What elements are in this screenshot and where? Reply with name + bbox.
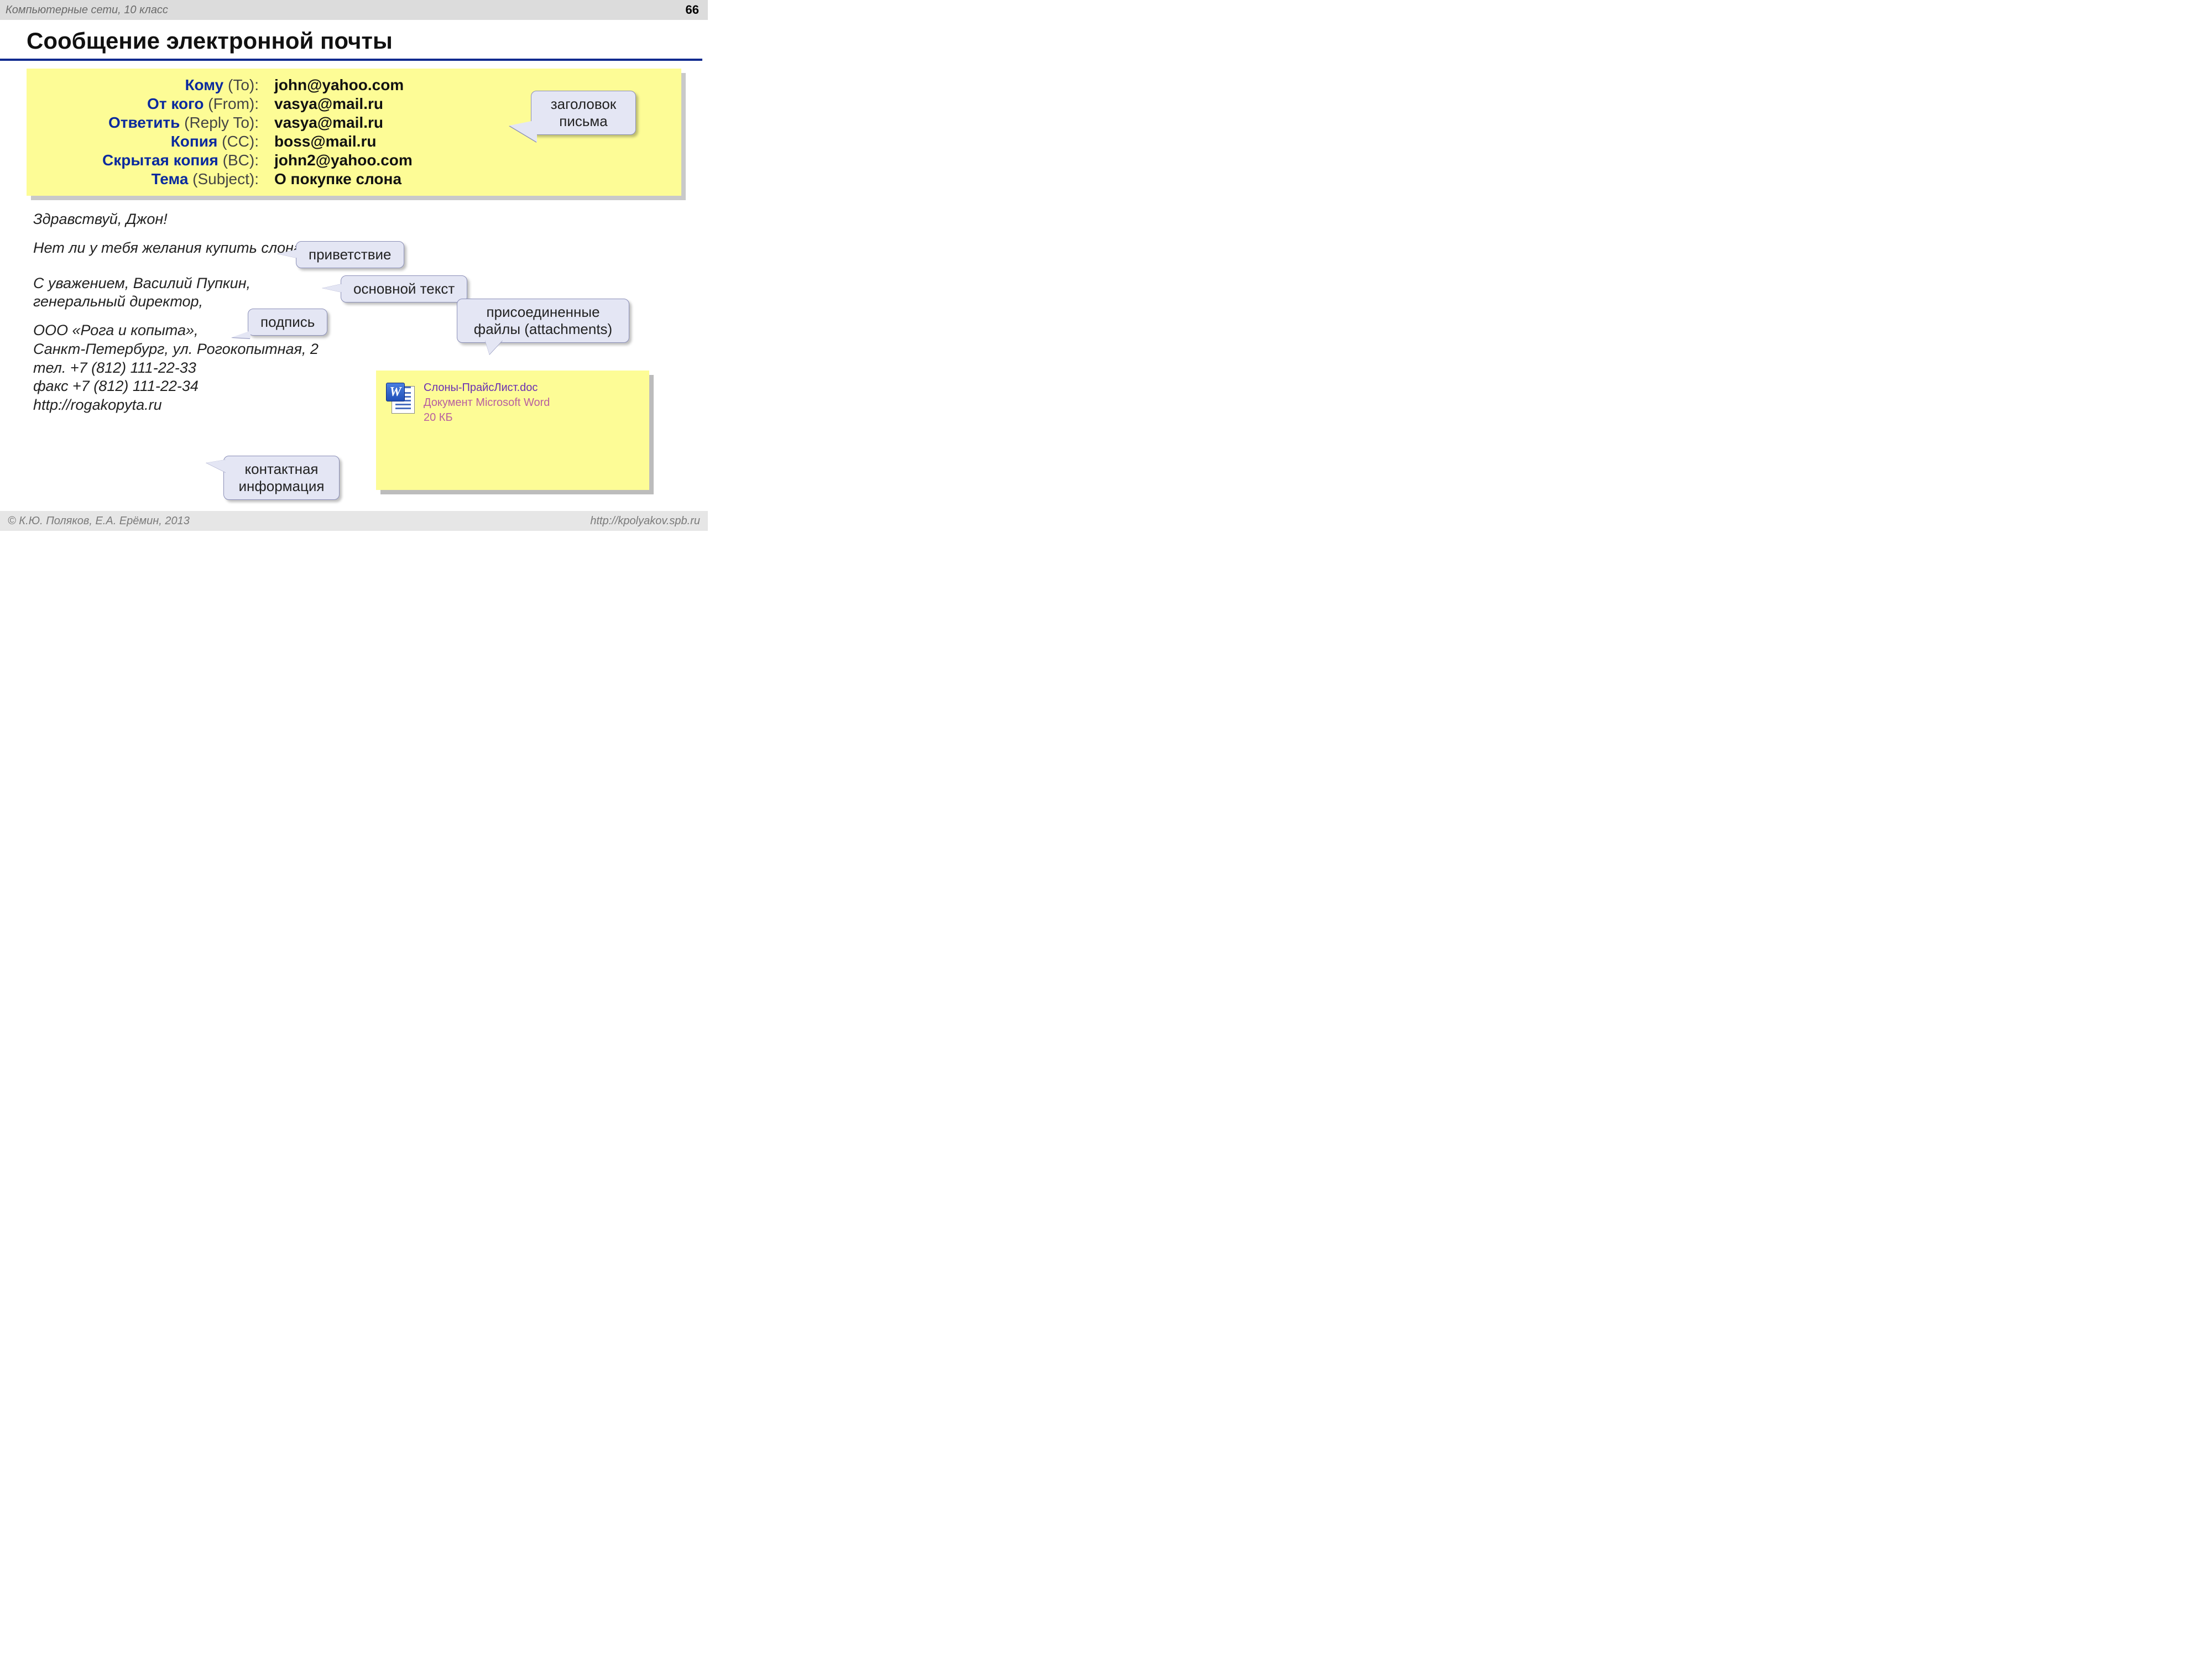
footer-bar: © К.Ю. Поляков, Е.А. Ерёмин, 2013 http:/… xyxy=(0,511,708,531)
footer-copyright: © К.Ю. Поляков, Е.А. Ерёмин, 2013 xyxy=(8,515,190,528)
callout-header: заголовок письма xyxy=(531,91,636,135)
footer-url: http://kpolyakov.spb.ru xyxy=(590,515,700,528)
greeting-text: Здравствуй, Джон! xyxy=(33,210,343,229)
callout-contact: контактная информация xyxy=(223,456,340,500)
slide-title: Сообщение электронной почты xyxy=(0,20,702,61)
header-label-to: Кому (To): xyxy=(38,76,259,94)
attachment-metadata: Слоны-ПрайсЛист.doc Документ Microsoft W… xyxy=(424,380,550,425)
callout-signature: подпись xyxy=(248,309,327,336)
callout-greeting: приветствие xyxy=(296,241,404,268)
header-value-subject: О покупке слона xyxy=(274,170,670,188)
header-value-bcc: john2@yahoo.com xyxy=(274,152,670,169)
attachment-block: W Слоны-ПрайсЛист.doc Документ Microsoft… xyxy=(376,371,649,490)
page-number: 66 xyxy=(686,3,699,17)
attachment-filename: Слоны-ПрайсЛист.doc xyxy=(424,380,550,395)
attachment-filesize: 20 КБ xyxy=(424,410,550,425)
callout-attachments: присоединенные файлы (attachments) xyxy=(457,299,629,343)
callout-body: основной текст xyxy=(341,275,467,302)
header-label-cc: Копия (CC): xyxy=(38,133,259,150)
header-value-cc: boss@mail.ru xyxy=(274,133,670,150)
top-bar: Компьютерные сети, 10 класс 66 xyxy=(0,0,708,20)
header-label-from: От кого (From): xyxy=(38,95,259,113)
word-document-icon: W xyxy=(386,383,416,415)
course-label: Компьютерные сети, 10 класс xyxy=(6,4,168,17)
attachment-filetype: Документ Microsoft Word xyxy=(424,395,550,410)
signature-text: С уважением, Василий Пупкин, генеральный… xyxy=(33,274,343,312)
header-label-bcc: Скрытая копия (BC): xyxy=(38,152,259,169)
header-label-replyto: Ответить (Reply To): xyxy=(38,114,259,132)
header-label-subject: Тема (Subject): xyxy=(38,170,259,188)
